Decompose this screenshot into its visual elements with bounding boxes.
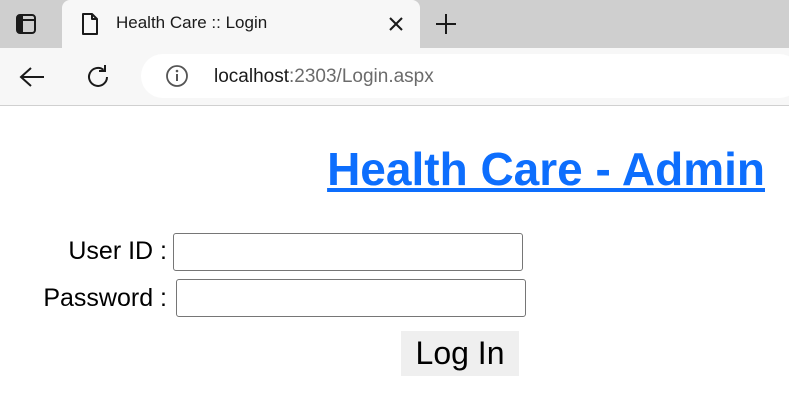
page-icon: [80, 12, 100, 36]
url-text[interactable]: localhost:2303/Login.aspx: [214, 66, 434, 88]
browser-window: Health Care :: Login localhost:2303/Logi…: [0, 0, 789, 413]
user-id-input[interactable]: [173, 233, 523, 271]
tab-active[interactable]: Health Care :: Login: [62, 0, 420, 48]
tab-strip: Health Care :: Login: [0, 0, 789, 48]
close-icon[interactable]: [384, 12, 408, 36]
back-arrow-icon[interactable]: [17, 62, 47, 92]
info-icon[interactable]: [165, 64, 189, 88]
password-input[interactable]: [176, 279, 526, 317]
page-content: Health Care - Admin User ID : Password :…: [0, 106, 789, 413]
user-id-label: User ID :: [68, 237, 167, 265]
browser-toolbar: localhost:2303/Login.aspx: [0, 48, 789, 106]
url-path: :2303/Login.aspx: [289, 66, 434, 87]
plus-icon[interactable]: [432, 10, 460, 38]
reload-icon[interactable]: [83, 62, 113, 92]
address-bar[interactable]: localhost:2303/Login.aspx: [141, 54, 789, 98]
password-label: Password :: [43, 284, 167, 312]
login-button[interactable]: Log In: [401, 331, 519, 376]
tab-actions-icon[interactable]: [10, 10, 42, 38]
page-title-link[interactable]: Health Care - Admin: [327, 142, 765, 196]
url-host: localhost: [214, 66, 289, 87]
tab-title: Health Care :: Login: [116, 13, 268, 32]
